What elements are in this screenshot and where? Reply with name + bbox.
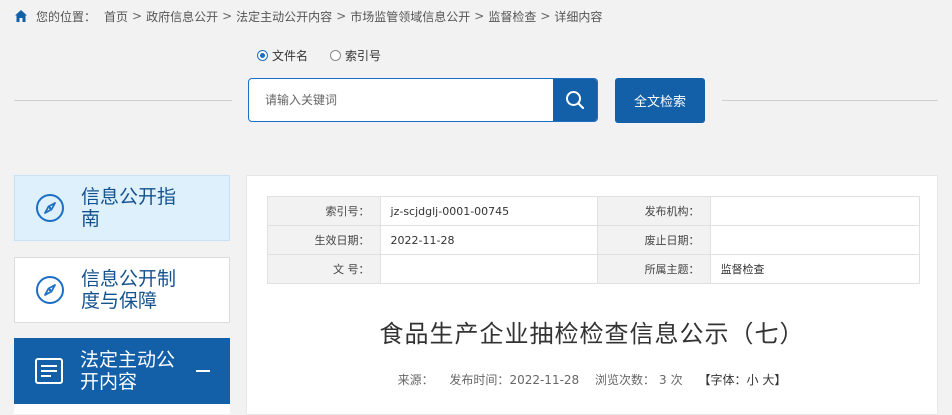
breadcrumb-separator: > (336, 9, 347, 23)
meta-value: jz-scjdglj-0001-00745 (379, 196, 599, 226)
meta-value: 监督检查 (709, 254, 921, 284)
meta-key: 废止日期： (597, 225, 711, 255)
home-icon[interactable] (14, 9, 28, 23)
sidebar-item-guide[interactable]: 信息公开指南 (14, 175, 230, 241)
radio-index-number[interactable]: 索引号 (330, 47, 381, 64)
article-panel: 索引号： jz-scjdglj-0001-00745 发布机构： 生效日期： 2… (246, 175, 938, 415)
breadcrumb-prefix: 您的位置： (36, 9, 97, 24)
views-label: 浏览次数： (595, 373, 656, 387)
table-row: 索引号： jz-scjdglj-0001-00745 发布机构： (267, 196, 921, 226)
font-small-link[interactable]: 小 (747, 373, 759, 387)
fulltext-search-button[interactable]: 全文检索 (615, 78, 705, 123)
breadcrumb-separator: > (540, 9, 551, 23)
meta-value (379, 254, 599, 284)
font-close: 】 (774, 373, 787, 387)
breadcrumb-separator: > (132, 9, 143, 23)
divider-line (722, 100, 938, 101)
breadcrumb-current: 详细内容 (554, 9, 603, 24)
document-list-icon (35, 358, 63, 384)
source-field: 来源： (398, 373, 434, 387)
breadcrumb-gov-info-link[interactable]: 政府信息公开 (146, 8, 218, 25)
radio-index-label: 索引号 (345, 49, 382, 63)
sidebar-item-system[interactable]: 信息公开制度与保障 (14, 257, 230, 323)
radio-filename-label: 文件名 (272, 49, 309, 63)
meta-key: 索引号： (267, 196, 381, 226)
compass-icon (36, 276, 64, 304)
meta-key: 生效日期： (267, 225, 381, 255)
sidebar-item-statutory[interactable]: 法定主动公开内容 (14, 338, 230, 404)
published-value: 2022-11-28 (509, 373, 580, 387)
divider-line (14, 100, 232, 101)
breadcrumb-statutory-link[interactable]: 法定主动公开内容 (236, 8, 332, 25)
sidebar-item-label: 信息公开指南 (81, 186, 177, 230)
meta-value (709, 225, 921, 255)
meta-value (709, 196, 921, 226)
search-box (248, 78, 598, 122)
search-input[interactable] (249, 79, 553, 121)
meta-value: 2022-11-28 (379, 225, 599, 255)
sidebar-submenu (14, 404, 230, 414)
sidebar-item-label: 信息公开制度与保障 (81, 268, 177, 312)
collapse-icon[interactable] (196, 370, 210, 372)
breadcrumb: 您的位置： 首页 > 政府信息公开 > 法定主动公开内容 > 市场监管领域信息公… (14, 6, 602, 26)
search-icon (566, 91, 585, 110)
article-meta: 来源： 发布时间：2022-11-28 浏览次数： 3 次 【字体：小 大】 (247, 371, 937, 388)
radio-selected-icon[interactable] (257, 50, 268, 61)
views-unit: 次 (670, 373, 683, 387)
meta-key: 发布机构： (597, 196, 711, 226)
meta-key: 所属主题： (597, 254, 711, 284)
sidebar-item-label: 法定主动公开内容 (80, 349, 176, 393)
font-label: 【字体： (698, 373, 747, 387)
breadcrumb-separator: > (222, 9, 233, 23)
breadcrumb-market-link[interactable]: 市场监管领域信息公开 (350, 8, 470, 25)
radio-filename[interactable]: 文件名 (257, 47, 308, 64)
published-field: 发布时间：2022-11-28 (449, 373, 579, 387)
views-field: 浏览次数： 3 次 (595, 373, 683, 387)
source-label: 来源： (397, 373, 434, 387)
search-type-group: 文件名 索引号 (257, 47, 403, 64)
compass-icon (36, 194, 64, 222)
breadcrumb-inspection-link[interactable]: 监督检查 (488, 8, 536, 25)
views-value: 3 (659, 373, 667, 387)
metadata-table: 索引号： jz-scjdglj-0001-00745 发布机构： 生效日期： 2… (267, 196, 921, 284)
font-large-link[interactable]: 大 (762, 373, 774, 387)
search-button[interactable] (553, 79, 597, 121)
font-size-control: 【字体：小 大】 (699, 373, 787, 387)
table-row: 生效日期： 2022-11-28 废止日期： (267, 225, 921, 255)
table-row: 文 号： 所属主题： 监督检查 (267, 254, 921, 284)
breadcrumb-home-link[interactable]: 首页 (104, 8, 128, 25)
article-title: 食品生产企业抽检检查信息公示（七） (379, 320, 805, 348)
breadcrumb-separator: > (474, 9, 485, 23)
published-label: 发布时间： (449, 373, 510, 387)
radio-unselected-icon[interactable] (330, 50, 342, 61)
meta-key: 文 号： (267, 254, 381, 284)
